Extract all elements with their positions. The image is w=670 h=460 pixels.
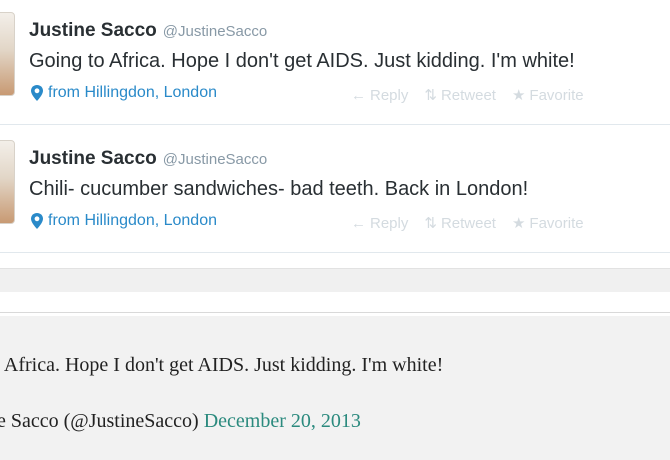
quote-attribution: ne Sacco (@JustineSacco) December 20, 20… bbox=[0, 410, 361, 433]
favorite-button[interactable]: ★ Favorite bbox=[511, 214, 584, 233]
tweet-item[interactable]: Justine Sacco @JustineSacco Going to Afri… bbox=[0, 0, 670, 125]
reply-button[interactable]: ← Reply bbox=[351, 87, 408, 104]
reply-button[interactable]: ← Reply bbox=[351, 215, 408, 232]
attribution-author: ne Sacco (@JustineSacco) bbox=[0, 410, 199, 432]
reply-arrow-icon: ← bbox=[351, 214, 366, 232]
tweet-actions: ← Reply ⇅ Retweet ★ Favorite bbox=[351, 86, 600, 105]
author-handle[interactable]: @JustineSacco bbox=[163, 151, 267, 168]
reply-label: Reply bbox=[370, 86, 409, 104]
quote-date-link[interactable]: December 20, 2013 bbox=[204, 410, 361, 432]
retweet-label: Retweet bbox=[440, 86, 496, 104]
favorite-button[interactable]: ★ Favorite bbox=[511, 86, 584, 105]
star-icon: ★ bbox=[511, 87, 526, 104]
map-pin-icon bbox=[31, 213, 43, 229]
tweet-text: Chili- cucumber sandwiches- bad teeth. B… bbox=[29, 178, 529, 200]
favorite-label: Favorite bbox=[529, 86, 584, 104]
author-name[interactable]: Justine Sacco bbox=[29, 20, 157, 41]
avatar[interactable] bbox=[0, 140, 15, 224]
location-label[interactable]: from Hillingdon, London bbox=[48, 212, 217, 230]
quote-text: o Africa. Hope I don't get AIDS. Just ki… bbox=[0, 354, 444, 376]
tweet-text: Going to Africa. Hope I don't get AIDS. … bbox=[29, 50, 575, 72]
star-icon: ★ bbox=[511, 215, 526, 232]
author-name[interactable]: Justine Sacco bbox=[29, 148, 157, 169]
reply-arrow-icon: ← bbox=[351, 86, 366, 104]
retweet-button[interactable]: ⇅ Retweet bbox=[424, 214, 496, 233]
tweet-header: Justine Sacco @JustineSacco bbox=[29, 20, 267, 42]
map-pin-icon bbox=[31, 85, 43, 101]
tweet-timeline: Justine Sacco @JustineSacco Going to Afri… bbox=[0, 0, 670, 295]
retweet-icon: ⇅ bbox=[424, 87, 437, 104]
separator-strip bbox=[0, 292, 670, 313]
tweet-location[interactable]: from Hillingdon, London bbox=[29, 84, 217, 102]
favorite-label: Favorite bbox=[529, 214, 584, 232]
location-label[interactable]: from Hillingdon, London bbox=[48, 84, 217, 102]
avatar[interactable] bbox=[0, 12, 15, 96]
embedded-quote: o Africa. Hope I don't get AIDS. Just ki… bbox=[0, 316, 670, 460]
retweet-icon: ⇅ bbox=[424, 215, 437, 232]
retweet-label: Retweet bbox=[440, 214, 496, 232]
tweet-location[interactable]: from Hillingdon, London bbox=[29, 212, 217, 230]
separator-band bbox=[0, 268, 670, 293]
reply-label: Reply bbox=[370, 214, 409, 232]
retweet-button[interactable]: ⇅ Retweet bbox=[424, 86, 496, 105]
tweet-item[interactable]: Justine Sacco @JustineSacco Chili- cucumb… bbox=[0, 126, 670, 253]
tweet-header: Justine Sacco @JustineSacco bbox=[29, 148, 267, 170]
author-handle[interactable]: @JustineSacco bbox=[163, 23, 267, 40]
tweet-actions: ← Reply ⇅ Retweet ★ Favorite bbox=[351, 214, 600, 233]
